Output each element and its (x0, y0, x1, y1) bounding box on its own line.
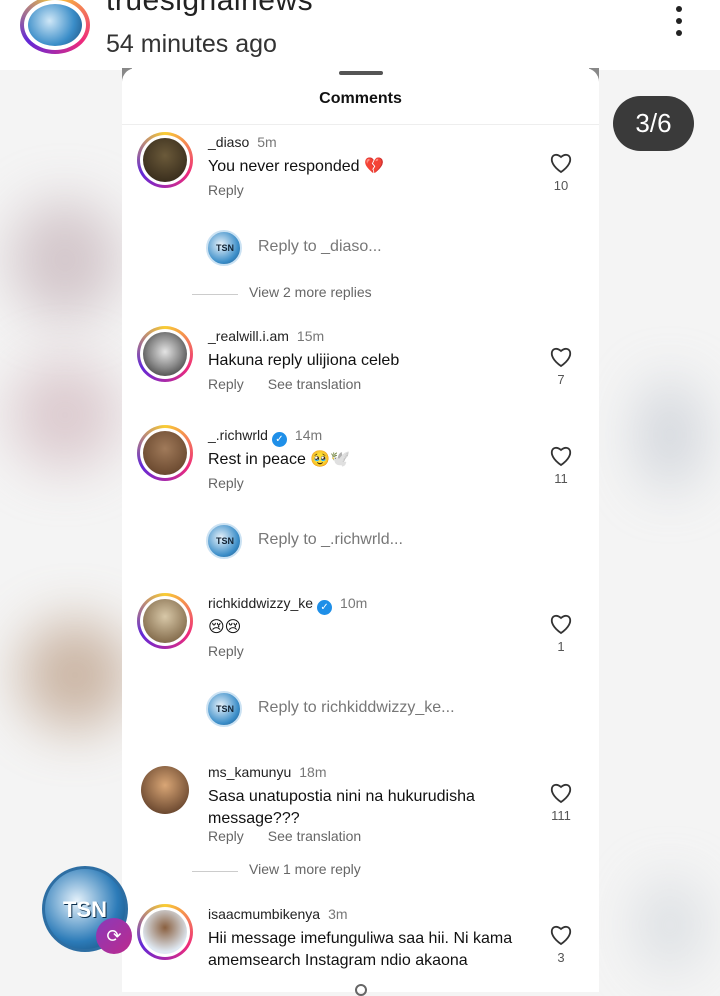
background-blur (10, 360, 120, 470)
comments-sheet: Comments _diaso 5m You never responded 💔 … (122, 68, 599, 992)
own-avatar: TSN (206, 523, 242, 559)
background-blur (640, 380, 700, 490)
avatar[interactable] (137, 904, 193, 960)
comment-item: isaacmumbikenya 3m Hii message imefunguli… (122, 904, 599, 992)
like-control[interactable]: 7 (544, 346, 578, 387)
avatar[interactable] (137, 593, 193, 649)
reply-input-row[interactable]: TSN Reply to richkiddwizzy_ke... (206, 691, 586, 729)
comment-username[interactable]: _diaso 5m (208, 134, 277, 150)
comment-actions: Reply (208, 475, 268, 491)
avatar[interactable] (137, 425, 193, 481)
heart-icon[interactable] (549, 445, 573, 467)
comment-username[interactable]: ms_kamunyu 18m (208, 764, 327, 780)
scroll-indicator (355, 984, 367, 996)
comment-text: You never responded 💔 (208, 158, 384, 175)
reply-link[interactable]: Reply (208, 828, 244, 844)
like-control[interactable]: 3 (544, 924, 578, 965)
comment-actions: Reply See translation (208, 376, 385, 392)
see-translation-link[interactable]: See translation (268, 828, 361, 844)
heart-icon[interactable] (549, 924, 573, 946)
reply-link[interactable]: Reply (208, 182, 244, 198)
comment-username[interactable]: isaacmumbikenya 3m (208, 906, 348, 922)
like-control[interactable]: 111 (544, 782, 578, 823)
verified-icon: ✓ (317, 600, 333, 615)
comment-text: Rest in peace 🥹🕊️ (208, 451, 351, 468)
like-count: 7 (557, 372, 565, 387)
background-blur (640, 880, 700, 970)
avatar[interactable] (137, 326, 193, 382)
comment-username[interactable]: _realwill.i.am 15m (208, 328, 324, 344)
view-more-replies[interactable]: View 2 more replies (192, 284, 532, 304)
comment-text: Hakuna reply ulijiona celeb (208, 352, 400, 369)
reply-link[interactable]: Reply (208, 643, 244, 659)
divider (122, 124, 599, 125)
reply-input-row[interactable]: TSN Reply to _diaso... (206, 230, 586, 268)
comment-item: _realwill.i.am 15m Hakuna reply ulijiona … (122, 326, 599, 396)
reply-placeholder[interactable]: Reply to _diaso... (258, 238, 382, 256)
comment-text: Hii message imefunguliwa saa hii. Ni kam… (208, 930, 513, 969)
post-time: 54 minutes ago (106, 30, 277, 58)
like-control[interactable]: 11 (544, 445, 578, 486)
own-avatar: TSN (206, 691, 242, 727)
verified-icon: ✓ (271, 432, 287, 447)
drag-handle[interactable] (339, 71, 383, 75)
background-blur (10, 200, 120, 320)
like-count: 1 (557, 639, 565, 654)
page-indicator: 3/6 (613, 96, 694, 151)
post-username[interactable]: truesignalnews (106, 0, 313, 18)
heart-icon[interactable] (549, 782, 573, 804)
comment-text: 😢😢 (208, 619, 242, 636)
like-count: 10 (553, 178, 569, 193)
comment-actions: Reply (208, 182, 268, 198)
comment-text: Sasa unatupostia nini na hukurudisha mes… (208, 788, 475, 827)
reply-link[interactable]: Reply (208, 475, 244, 491)
heart-icon[interactable] (549, 152, 573, 174)
comment-item: ms_kamunyu 18m Sasa unatupostia nini na h… (122, 762, 599, 852)
comment-actions: Reply (208, 643, 268, 659)
like-count: 3 (557, 950, 565, 965)
comment-username[interactable]: _.richwrld ✓ 14m (208, 427, 322, 447)
heart-icon[interactable] (549, 346, 573, 368)
reply-input-row[interactable]: TSN Reply to _.richwrld... (206, 523, 586, 561)
avatar[interactable] (137, 762, 193, 818)
reply-placeholder[interactable]: Reply to _.richwrld... (258, 531, 403, 549)
comment-username[interactable]: richkiddwizzy_ke ✓ 10m (208, 595, 367, 615)
comment-actions: Reply See translation (208, 828, 385, 844)
like-control[interactable]: 1 (544, 613, 578, 654)
background-blur (20, 620, 130, 730)
more-options-icon[interactable] (672, 6, 686, 40)
heart-icon[interactable] (549, 613, 573, 635)
view-more-replies[interactable]: View 1 more reply (192, 861, 532, 881)
comment-item: _.richwrld ✓ 14m Rest in peace 🥹🕊️ Reply 1… (122, 425, 599, 495)
like-count: 111 (551, 808, 571, 823)
comment-item: _diaso 5m You never responded 💔 Reply 10 (122, 132, 599, 202)
see-translation-link[interactable]: See translation (268, 376, 361, 392)
repost-icon[interactable]: ⟳ (96, 918, 132, 954)
sheet-title: Comments (319, 90, 402, 107)
profile-avatar[interactable] (20, 0, 90, 54)
post-header: truesignalnews 54 minutes ago (0, 0, 720, 70)
comment-item: richkiddwizzy_ke ✓ 10m 😢😢 Reply 1 (122, 593, 599, 663)
avatar[interactable] (137, 132, 193, 188)
own-avatar: TSN (206, 230, 242, 266)
reply-link[interactable]: Reply (208, 376, 244, 392)
reply-placeholder[interactable]: Reply to richkiddwizzy_ke... (258, 699, 455, 717)
like-count: 11 (554, 471, 568, 486)
like-control[interactable]: 10 (544, 152, 578, 193)
